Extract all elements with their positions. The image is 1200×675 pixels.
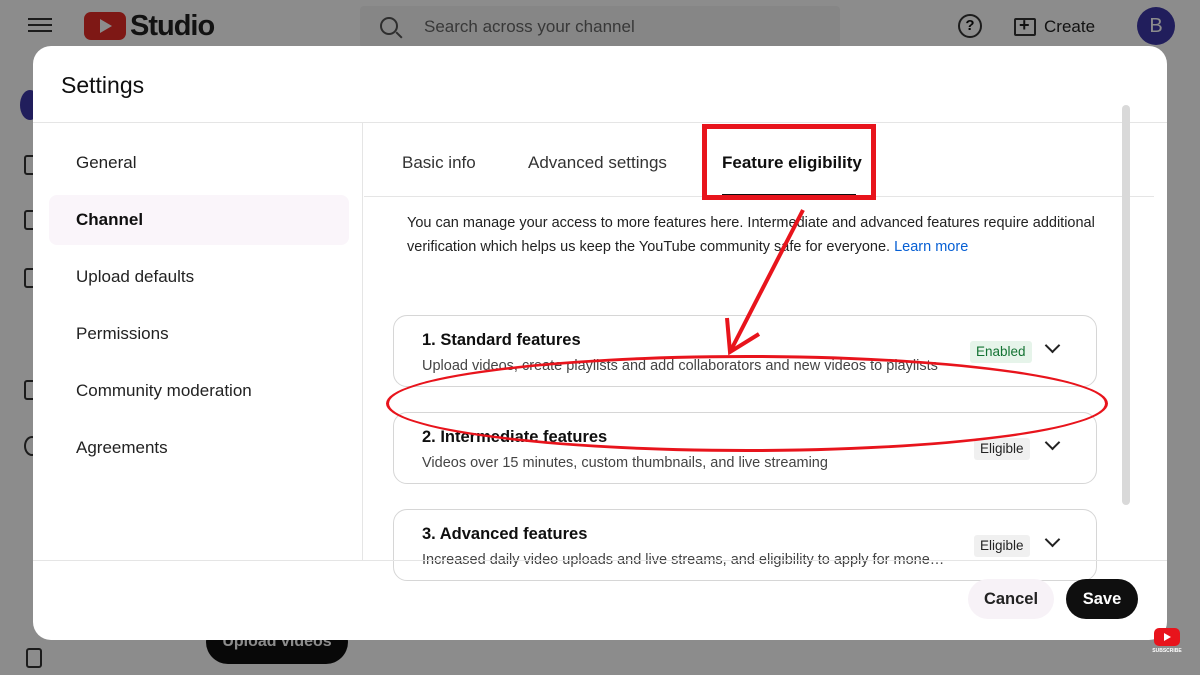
- status-badge: Eligible: [974, 438, 1030, 460]
- status-badge: Enabled: [970, 341, 1032, 363]
- feature-title: 1. Standard features: [422, 331, 581, 349]
- description-text: You can manage your access to more featu…: [407, 215, 1095, 255]
- nav-item-upload-defaults[interactable]: Upload defaults: [49, 252, 349, 302]
- annotation-highlight-ellipse: [386, 355, 1108, 452]
- chevron-down-icon[interactable]: [1045, 437, 1059, 451]
- feature-card-advanced[interactable]: 3. Advanced features Increased daily vid…: [393, 509, 1097, 581]
- nav-item-agreements[interactable]: Agreements: [49, 423, 349, 473]
- nav-item-community-moderation[interactable]: Community moderation: [49, 366, 349, 416]
- feature-title: 3. Advanced features: [422, 525, 588, 543]
- chevron-down-icon[interactable]: [1045, 534, 1059, 548]
- subscribe-play-icon: [1154, 628, 1180, 646]
- subscribe-text: SUBSCRIBE: [1152, 648, 1182, 654]
- nav-item-channel[interactable]: Channel: [49, 195, 349, 245]
- dialog-title: Settings: [61, 72, 145, 98]
- learn-more-link[interactable]: Learn more: [894, 239, 968, 255]
- chevron-down-icon[interactable]: [1045, 340, 1059, 354]
- subscribe-watermark: SUBSCRIBE: [1152, 628, 1182, 658]
- save-button[interactable]: Save: [1066, 579, 1138, 619]
- feature-description: You can manage your access to more featu…: [407, 211, 1107, 259]
- tab-basic-info[interactable]: Basic info: [402, 153, 476, 173]
- scrollbar[interactable]: [1122, 105, 1130, 505]
- nav-item-permissions[interactable]: Permissions: [49, 309, 349, 359]
- annotation-highlight-box: [702, 124, 876, 200]
- nav-item-general[interactable]: General: [49, 138, 349, 188]
- cancel-button[interactable]: Cancel: [968, 579, 1054, 619]
- settings-dialog: Settings General Channel Upload defaults…: [33, 46, 1167, 640]
- feature-subtitle: Videos over 15 minutes, custom thumbnail…: [422, 455, 828, 471]
- tab-advanced-settings[interactable]: Advanced settings: [528, 153, 667, 173]
- divider: [33, 560, 1167, 561]
- status-badge: Eligible: [974, 535, 1030, 557]
- settings-nav: General Channel Upload defaults Permissi…: [33, 123, 363, 560]
